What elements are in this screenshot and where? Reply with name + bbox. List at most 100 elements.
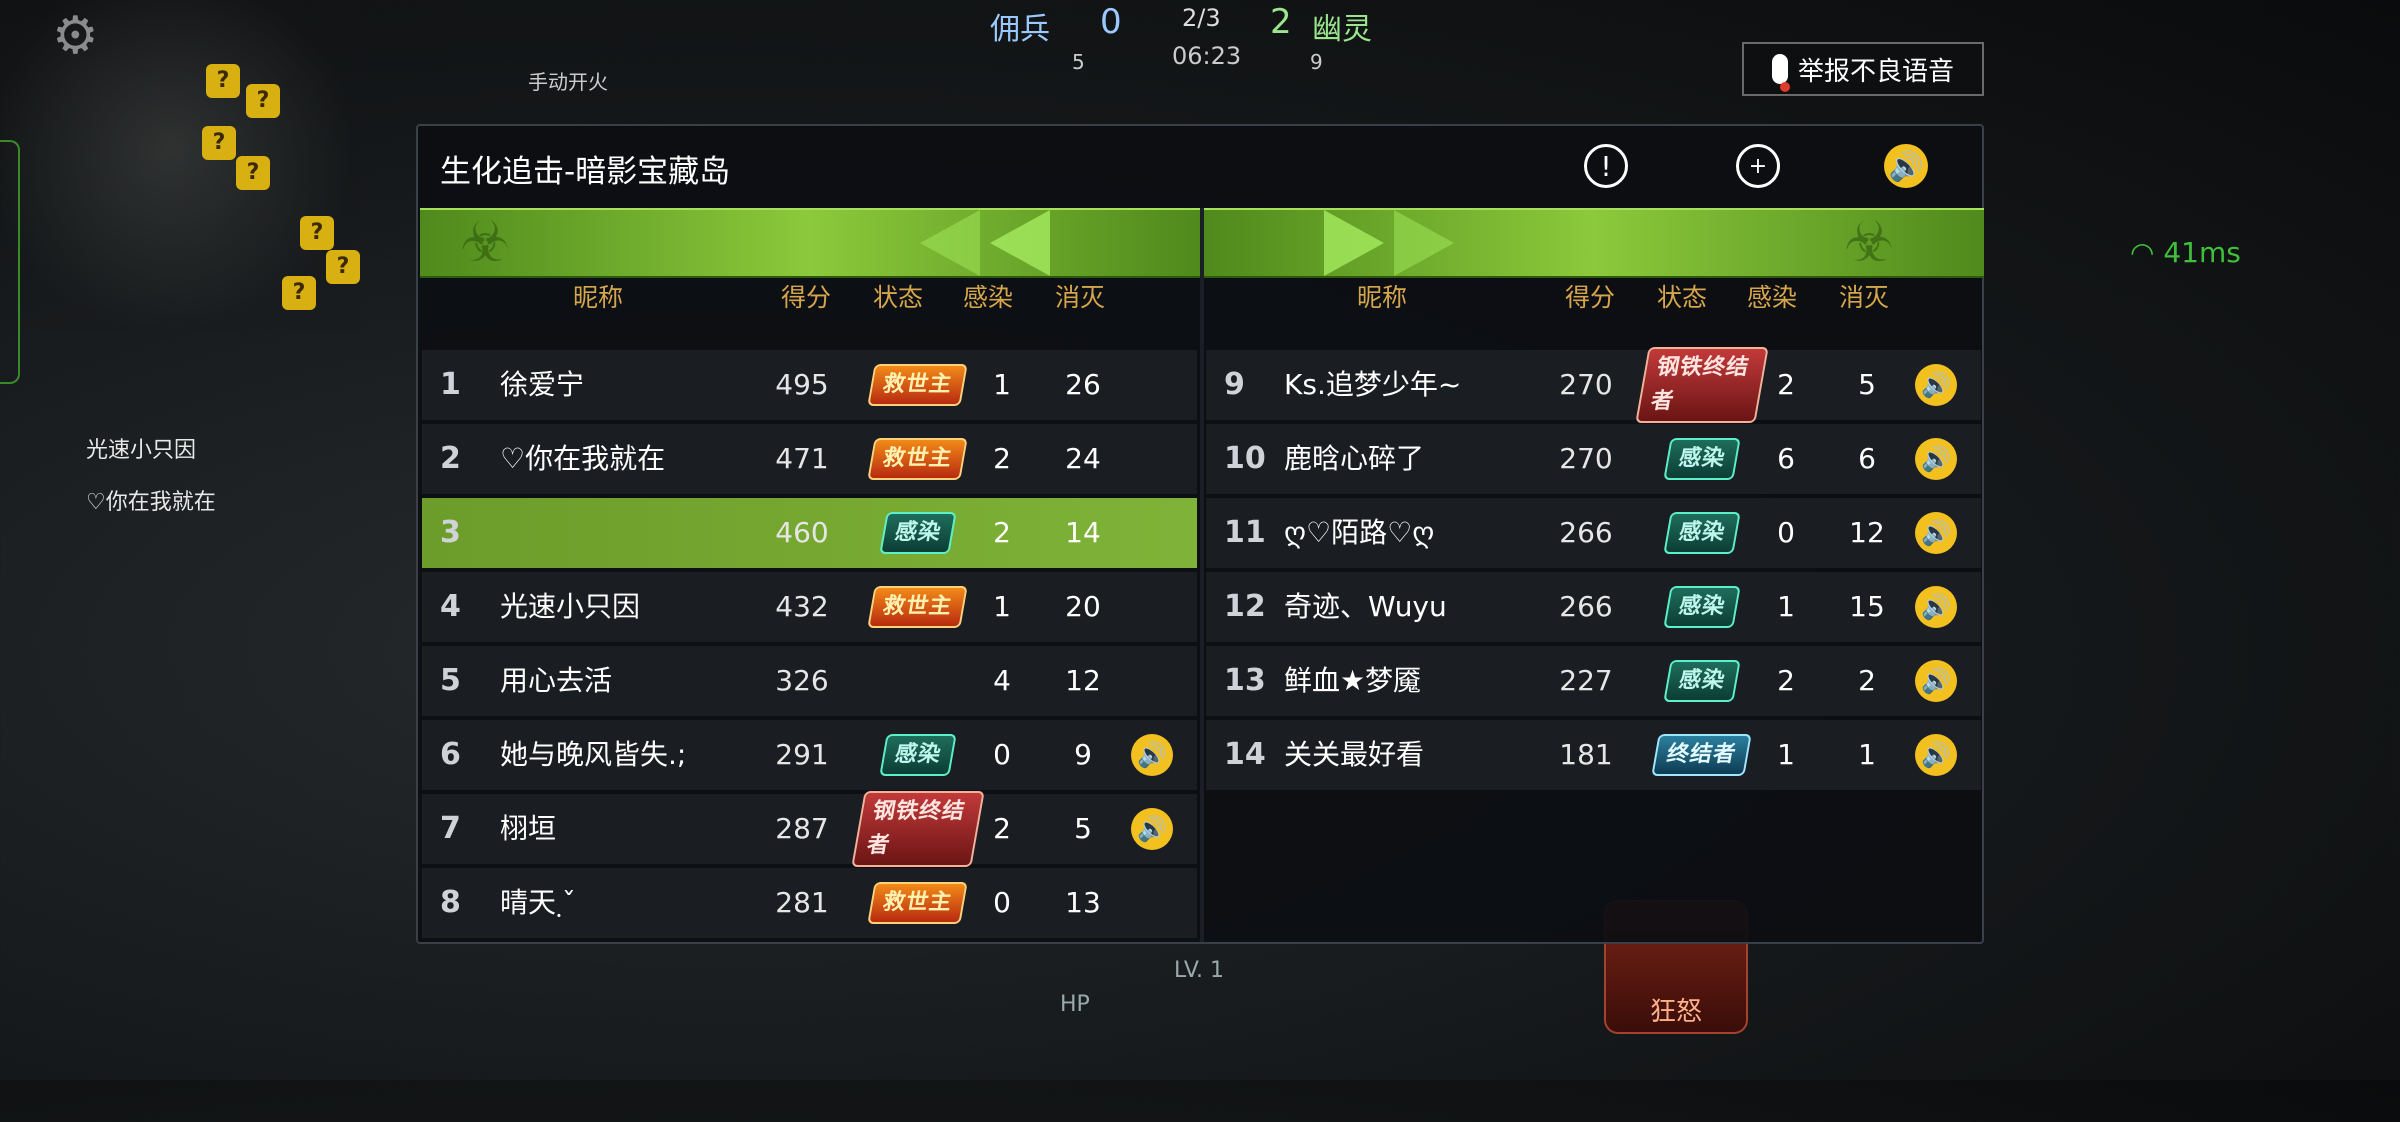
- player-rank: 2: [440, 441, 461, 476]
- header-name-left: 昵称: [572, 283, 623, 312]
- rage-label: 狂怒: [1649, 997, 1702, 1027]
- scoreboard-title: 生化追击-暗影宝藏岛: [440, 154, 731, 190]
- player-infect-count: 2: [1777, 368, 1795, 401]
- header-status-left: 状态: [872, 283, 923, 312]
- player-row[interactable]: 8 晴天຺ˇ 281 救世主 0 13: [422, 868, 1197, 938]
- player-name: 栩垣: [500, 812, 557, 845]
- right-team-score: 2: [1270, 2, 1292, 42]
- infected-badge-icon: 感染: [879, 734, 957, 776]
- player-status: 钢铁终结者: [1635, 347, 1769, 423]
- player-row[interactable]: 14 关关最好看 181 终结者 1 1 🔊: [1206, 720, 1981, 790]
- player-row[interactable]: 10 鹿晗心碎了 270 感染 6 6 🔊: [1206, 424, 1981, 494]
- player-voice-toggle[interactable]: 🔊: [1130, 794, 1174, 864]
- player-row[interactable]: 5 用心去活 326 4 12: [422, 646, 1197, 716]
- player-row[interactable]: 9 Ks.追梦少年~ 270 钢铁终结者 2 5 🔊: [1206, 347, 1981, 423]
- left-team-score: 0: [1100, 2, 1122, 42]
- player-row[interactable]: 11 ღ♡陌路♡ღ 266 感染 0 12 🔊: [1206, 498, 1981, 568]
- player-rank: 11: [1224, 515, 1266, 550]
- player-voice-toggle[interactable]: 🔊: [1914, 572, 1958, 642]
- player-name: [500, 498, 760, 568]
- add-friend-icon[interactable]: +: [1736, 144, 1780, 188]
- player-kill-count: 14: [1065, 516, 1101, 549]
- hp-label: HP: [1060, 992, 1090, 1017]
- player-kill-count: 12: [1849, 516, 1885, 549]
- team-banner-right: ☣: [1204, 208, 1984, 278]
- speaker-icon: 🔊: [1131, 808, 1173, 850]
- player-score: 270: [1559, 368, 1613, 401]
- speaker-icon: 🔊: [1915, 512, 1957, 554]
- manual-fire-label[interactable]: 手动开火: [528, 66, 608, 95]
- player-status: 终结者: [1642, 720, 1762, 790]
- player-infect-count: 2: [993, 516, 1011, 549]
- player-voice-toggle[interactable]: 🔊: [1914, 720, 1958, 790]
- column-divider: [1200, 208, 1204, 942]
- minimap-marker: ?: [246, 84, 280, 118]
- player-kill-count: 9: [1074, 738, 1092, 771]
- kill-feed-entry: 光速小只因: [86, 438, 197, 463]
- player-kill-count: 1: [1858, 738, 1876, 771]
- player-rank: 14: [1224, 737, 1266, 772]
- player-name: 鲜血★梦魇: [1284, 664, 1422, 697]
- player-infect-count: 0: [993, 738, 1011, 771]
- speaker-icon: 🔊: [1915, 660, 1957, 702]
- player-status: 救世主: [858, 868, 978, 938]
- chevron-icon: [1394, 210, 1454, 276]
- minimap-marker: ?: [300, 216, 334, 250]
- warning-icon[interactable]: !: [1584, 144, 1628, 188]
- infected-badge-icon: 感染: [1663, 438, 1741, 480]
- microphone-icon: [1771, 54, 1790, 92]
- speaker-icon[interactable]: 🔊: [1884, 144, 1928, 188]
- header-kill-left: 消灭: [1054, 283, 1105, 312]
- player-row[interactable]: 7 栩垣 287 钢铁终结者 2 5 🔊: [422, 791, 1197, 867]
- player-row[interactable]: 12 奇迹、Wuyu 266 感染 1 15 🔊: [1206, 572, 1981, 642]
- player-name: ღ♡陌路♡ღ: [1284, 516, 1435, 549]
- player-score: 326: [775, 664, 829, 697]
- player-row[interactable]: 6 她与晚风皆失.; 291 感染 0 9 🔊: [422, 720, 1197, 790]
- player-status: 感染: [1642, 572, 1762, 642]
- player-status: 救世主: [858, 572, 978, 642]
- player-infect-count: 2: [1777, 664, 1795, 697]
- player-voice-toggle[interactable]: 🔊: [1130, 720, 1174, 790]
- player-rank: 4: [440, 589, 461, 624]
- level-label: LV. 1: [1174, 958, 1225, 983]
- player-status: [858, 646, 978, 716]
- minimap-marker: ?: [236, 156, 270, 190]
- player-voice-toggle[interactable]: 🔊: [1914, 498, 1958, 568]
- player-score: 227: [1559, 664, 1613, 697]
- player-row[interactable]: 4 光速小只因 432 救世主 1 20: [422, 572, 1197, 642]
- player-infect-count: 6: [1777, 442, 1795, 475]
- report-voice-button[interactable]: 举报不良语音: [1742, 42, 1984, 96]
- player-rank: 10: [1224, 441, 1266, 476]
- player-name: 光速小只因: [500, 590, 641, 623]
- report-voice-label: 举报不良语音: [1797, 56, 1954, 87]
- terminator-badge-icon: 钢铁终结者: [1635, 347, 1769, 423]
- right-player-count: 9: [1310, 50, 1323, 74]
- player-row[interactable]: 13 鲜血★梦魇 227 感染 2 2 🔊: [1206, 646, 1981, 716]
- header-kill-right: 消灭: [1838, 283, 1889, 312]
- player-row[interactable]: 1 徐爱宁 495 救世主 1 26: [422, 350, 1197, 420]
- ping-value: 41ms: [2163, 236, 2241, 269]
- player-voice-toggle[interactable]: 🔊: [1914, 424, 1958, 494]
- player-score: 266: [1559, 590, 1613, 623]
- savior-badge-icon: 救世主: [867, 882, 969, 924]
- infected-badge-icon: 感染: [879, 512, 957, 554]
- player-infect-count: 1: [993, 368, 1011, 401]
- infected-badge-icon: 感染: [1663, 586, 1741, 628]
- settings-gear-icon[interactable]: ⚙: [52, 8, 108, 64]
- header-score-left: 得分: [780, 283, 831, 312]
- ultimate-badge-icon: 终结者: [1651, 734, 1753, 776]
- player-voice-toggle[interactable]: 🔊: [1914, 646, 1958, 716]
- side-panel-handle[interactable]: [0, 140, 20, 384]
- chevron-icon: [1324, 210, 1384, 276]
- player-infect-count: 2: [993, 442, 1011, 475]
- player-row[interactable]: 2 ♡你在我就在 471 救世主 2 24: [422, 424, 1197, 494]
- player-voice-toggle[interactable]: 🔊: [1914, 350, 1958, 420]
- player-rank: 8: [440, 885, 461, 920]
- player-score: 432: [775, 590, 829, 623]
- player-score: 281: [775, 886, 829, 919]
- player-kill-count: 20: [1065, 590, 1101, 623]
- player-status: 感染: [1642, 646, 1762, 716]
- infected-badge-icon: 感染: [1663, 660, 1741, 702]
- player-name: 鹿晗心碎了: [1284, 442, 1425, 475]
- player-row[interactable]: 3 460 感染 2 14: [422, 498, 1197, 568]
